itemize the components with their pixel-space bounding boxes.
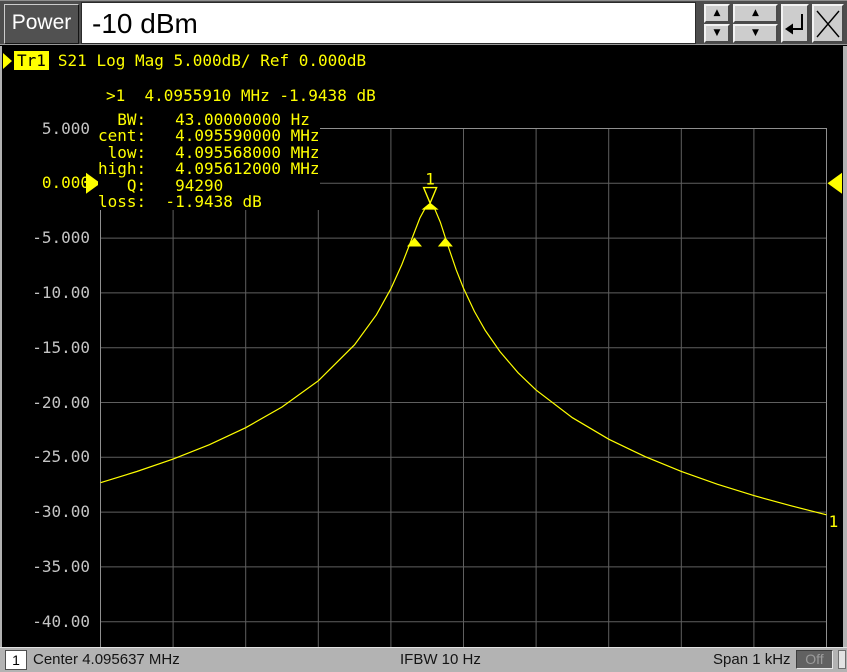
span-label: Span 1 kHz: [713, 651, 791, 668]
enter-icon: [783, 8, 807, 40]
coarse-decrement-button[interactable]: ▼: [733, 24, 778, 43]
status-bar-stub: [838, 650, 846, 669]
y-axis-label: -35.00: [28, 558, 90, 576]
marker-1-symbol[interactable]: [424, 188, 437, 204]
down-arrow-icon: ▼: [714, 29, 721, 38]
marker-1-label: 1: [425, 170, 435, 189]
y-axis-label: 0.000: [28, 174, 90, 192]
off-indicator: Off: [796, 650, 833, 669]
bw-right-marker: [438, 237, 453, 246]
loss-line: loss: -1.9438 dB: [98, 194, 320, 210]
down-arrow-icon: ▼: [752, 29, 759, 38]
coarse-increment-button[interactable]: ▲: [733, 4, 778, 23]
close-entry-button[interactable]: [812, 4, 844, 43]
ref-level-right-icon[interactable]: [828, 173, 843, 194]
channel-number-badge: 1: [5, 650, 27, 670]
up-arrow-icon: ▲: [752, 9, 759, 18]
y-axis-label: -10.00: [28, 284, 90, 302]
vna-screen: Power -10 dBm ▲ ▼ ▲ ▼: [0, 0, 847, 672]
peak-marker: [422, 203, 439, 210]
trace-end-label: 1: [829, 512, 839, 531]
bandwidth-search-panel: BW: 43.00000000 Hz cent: 4.095590000 MHz…: [98, 112, 320, 210]
power-button[interactable]: Power: [4, 4, 79, 44]
y-axis-label: -5.000: [28, 229, 90, 247]
status-bar: 1 Center 4.095637 MHz IFBW 10 Hz Span 1 …: [0, 647, 847, 672]
y-axis-label: 5.000: [28, 120, 90, 138]
fine-decrement-button[interactable]: ▼: [704, 24, 730, 43]
bw-left-marker: [407, 237, 422, 246]
close-icon: [814, 7, 842, 41]
up-arrow-icon: ▲: [714, 9, 721, 18]
center-frequency-label: Center 4.095637 MHz: [33, 651, 180, 668]
fine-increment-button[interactable]: ▲: [704, 4, 730, 23]
ifbw-label: IFBW 10 Hz: [400, 651, 481, 668]
y-axis-label: -20.00: [28, 394, 90, 412]
power-value-field[interactable]: -10 dBm: [81, 2, 696, 44]
measurement-area: Tr1 S21 Log Mag 5.000dB/ Ref 0.000dB 11 …: [0, 46, 847, 647]
y-axis-label: -25.00: [28, 448, 90, 466]
y-axis-label: -15.00: [28, 339, 90, 357]
enter-button[interactable]: [781, 4, 809, 43]
y-axis-label: -40.00: [28, 613, 90, 631]
marker-1-readout: >1 4.0955910 MHz -1.9438 dB: [106, 88, 376, 104]
power-entry-toolbar: Power -10 dBm ▲ ▼ ▲ ▼: [0, 0, 847, 45]
y-axis-label: -30.00: [28, 503, 90, 521]
